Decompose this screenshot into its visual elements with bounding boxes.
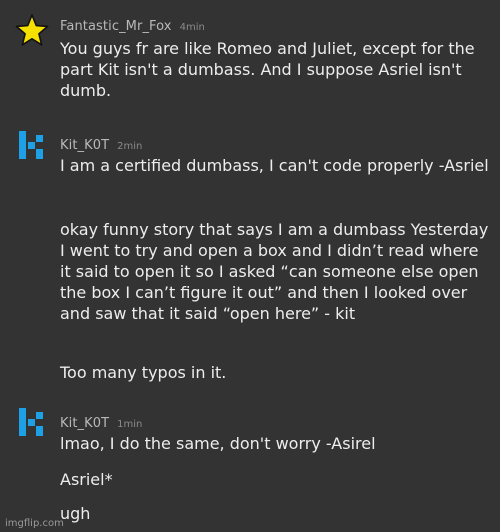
k-logo-icon[interactable] — [14, 404, 50, 440]
username[interactable]: Kit_K0T — [60, 138, 109, 153]
message-text: okay funny story that says I am a dumbas… — [60, 220, 489, 323]
message-header: Fantastic_Mr_Fox 4min — [60, 15, 205, 34]
k-logo-icon[interactable] — [14, 127, 50, 163]
chat-thread: Fantastic_Mr_Fox 4min You guys fr are lik… — [0, 0, 500, 532]
timestamp: 1min — [117, 419, 143, 430]
star-icon[interactable] — [14, 12, 50, 48]
message-text: Too many typos in it. — [60, 363, 227, 382]
username[interactable]: Kit_K0T — [60, 416, 109, 431]
message-text: Asriel* — [60, 470, 113, 489]
message-text: You guys fr are like Romeo and Juliet, e… — [60, 39, 475, 100]
message-text: I am a certified dumbass, I can't code p… — [60, 156, 489, 175]
message-header: Kit_K0T 1min — [60, 412, 142, 431]
message-header: Kit_K0T 2min — [60, 134, 142, 153]
timestamp: 2min — [117, 141, 143, 152]
message-text: ugh — [60, 504, 91, 523]
watermark: imgflip.com — [5, 518, 64, 529]
message-text: lmao, I do the same, don't worry -Asirel — [60, 434, 376, 453]
timestamp: 4min — [179, 22, 205, 33]
username[interactable]: Fantastic_Mr_Fox — [60, 19, 172, 34]
